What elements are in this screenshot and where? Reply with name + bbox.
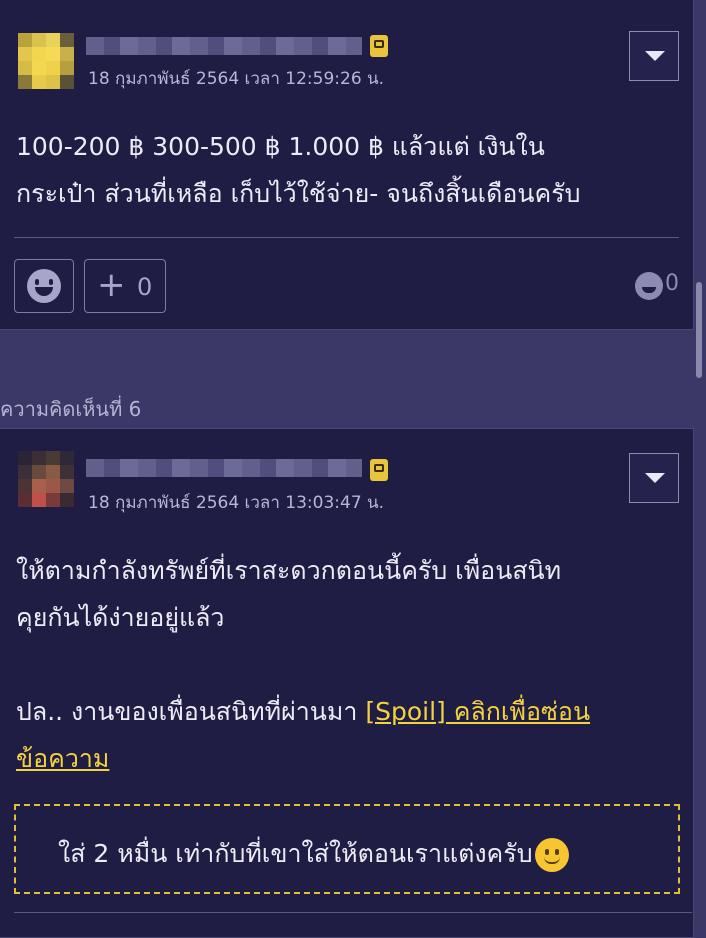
comment-body-line: ปล.. งานของเพื่อนสนิทที่ผ่านมา [Spoil] ค… bbox=[16, 688, 673, 735]
comment-body-line: ให้ตามกำลังทรัพย์ที่เราสะดวกตอนนี้ครับ เ… bbox=[16, 556, 562, 585]
spoil-toggle-link-cont[interactable]: ข้อความ bbox=[16, 744, 109, 773]
username[interactable] bbox=[86, 37, 362, 55]
username[interactable] bbox=[86, 459, 362, 477]
avatar[interactable] bbox=[18, 451, 74, 507]
reaction-icon[interactable] bbox=[635, 272, 663, 300]
plus-icon: + bbox=[97, 265, 126, 305]
plus-vote-button[interactable]: + 0 bbox=[84, 259, 166, 313]
comment-body-line: กระเป๋า ส่วนที่เหลือ เก็บไว้ใช้จ่าย- จนถ… bbox=[16, 179, 581, 208]
comment-body: 100-200 ฿ 300-500 ฿ 1.000 ฿ แล้วแต่ เงิน… bbox=[16, 123, 673, 217]
comment-body-text: ปล.. งานของเพื่อนสนิทที่ผ่านมา bbox=[16, 697, 366, 726]
avatar[interactable] bbox=[18, 33, 74, 89]
comment-timestamp: 18 กุมภาพันธ์ 2564 เวลา 12:59:26 น. bbox=[88, 69, 385, 89]
spoil-content-box: ใส่ 2 หมื่น เท่ากับที่เขาใส่ให้ตอนเราแต่… bbox=[14, 804, 680, 894]
chevron-down-icon bbox=[645, 51, 665, 61]
smile-emoji-icon bbox=[534, 838, 569, 872]
divider bbox=[14, 237, 679, 238]
smile-icon bbox=[27, 269, 61, 303]
chevron-down-icon bbox=[645, 473, 665, 483]
reaction-count[interactable]: 0 bbox=[665, 271, 679, 296]
comment-card: 18 กุมภาพันธ์ 2564 เวลา 12:59:26 น. 100-… bbox=[0, 0, 694, 330]
spoil-toggle-link[interactable]: [Spoil] คลิกเพื่อซ่อน bbox=[365, 697, 590, 726]
emoji-reaction-button[interactable] bbox=[14, 259, 74, 313]
comment-body-line: 100-200 ฿ 300-500 ฿ 1.000 ฿ แล้วแต่ เงิน… bbox=[16, 132, 545, 161]
comment-number-label: ความคิดเห็นที่ 6 bbox=[0, 397, 142, 421]
scrollbar[interactable] bbox=[696, 282, 702, 378]
comment-body-line: ข้อความ bbox=[16, 735, 673, 782]
member-badge-icon bbox=[370, 459, 388, 481]
spoil-content-text: ใส่ 2 หมื่น เท่ากับที่เขาใส่ให้ตอนเราแต่… bbox=[58, 839, 533, 868]
comment-timestamp: 18 กุมภาพันธ์ 2564 เวลา 13:03:47 น. bbox=[88, 493, 385, 513]
comment-body: ให้ตามกำลังทรัพย์ที่เราสะดวกตอนนี้ครับ เ… bbox=[16, 547, 673, 782]
comment-body-line: คุยกันได้ง่ายอยู่แล้ว bbox=[16, 603, 225, 632]
member-badge-icon bbox=[370, 35, 388, 57]
comment-menu-button[interactable] bbox=[629, 453, 679, 503]
spoil-content: ใส่ 2 หมื่น เท่ากับที่เขาใส่ให้ตอนเราแต่… bbox=[58, 834, 569, 874]
plus-count: 0 bbox=[137, 273, 153, 301]
divider bbox=[14, 912, 692, 913]
comment-menu-button[interactable] bbox=[629, 31, 679, 81]
